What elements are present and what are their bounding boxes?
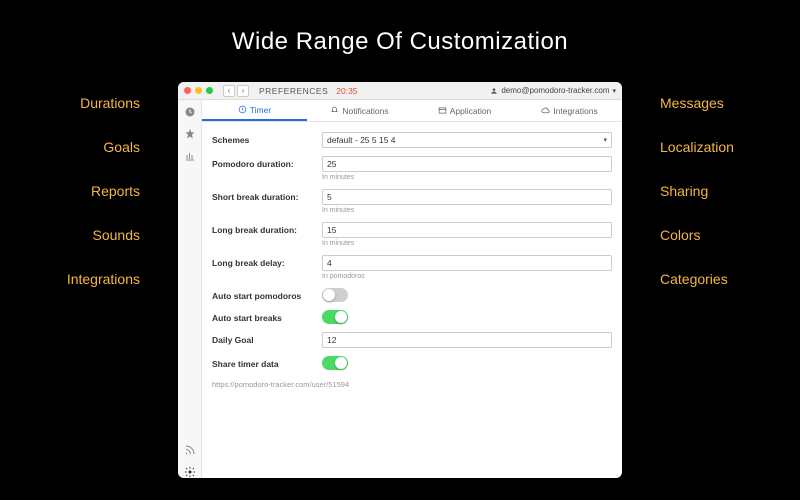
- nav-forward-button[interactable]: ›: [237, 85, 249, 97]
- tab-notifications[interactable]: Notifications: [307, 100, 412, 121]
- share-url[interactable]: https://pomodoro-tracker.com/user/51594: [212, 380, 612, 389]
- settings-tabs: Timer Notifications Application Integrat…: [202, 100, 622, 122]
- short-break-input[interactable]: 5: [322, 189, 612, 205]
- tab-notifications-label: Notifications: [342, 106, 388, 116]
- tab-application[interactable]: Application: [412, 100, 517, 121]
- daily-goal-input[interactable]: 12: [322, 332, 612, 348]
- row-autostart-pomodoros: Auto start pomodoros: [212, 284, 612, 306]
- callout-messages: Messages: [660, 95, 800, 111]
- gear-icon[interactable]: [184, 466, 196, 478]
- user-icon: [490, 87, 498, 95]
- callout-categories: Categories: [660, 271, 800, 287]
- rss-icon[interactable]: [184, 444, 196, 456]
- schemes-value: default - 25 5 15 4: [327, 135, 396, 145]
- app-window: ‹ › PREFERENCES 20:35 demo@pomodoro-trac…: [178, 82, 622, 478]
- long-break-delay-input[interactable]: 4: [322, 255, 612, 271]
- window-icon: [438, 106, 447, 115]
- user-menu[interactable]: demo@pomodoro-tracker.com ▾: [490, 86, 616, 95]
- chevron-down-icon: ▾: [603, 136, 607, 144]
- tab-timer-label: Timer: [250, 105, 271, 115]
- callout-localization: Localization: [660, 139, 800, 155]
- nav-arrows: ‹ ›: [223, 85, 249, 97]
- row-long-break-delay: Long break delay: 4 In pomodoros: [212, 251, 612, 284]
- autostart-pomodoros-toggle[interactable]: [322, 288, 348, 302]
- long-break-delay-label: Long break delay:: [212, 255, 322, 268]
- long-break-label: Long break duration:: [212, 222, 322, 235]
- nav-back-button[interactable]: ‹: [223, 85, 235, 97]
- titlebar: ‹ › PREFERENCES 20:35 demo@pomodoro-trac…: [178, 82, 622, 100]
- chevron-down-icon: ▾: [612, 87, 616, 95]
- user-email: demo@pomodoro-tracker.com: [501, 86, 609, 95]
- chart-icon[interactable]: [184, 150, 196, 162]
- long-break-input[interactable]: 15: [322, 222, 612, 238]
- share-timer-label: Share timer data: [212, 356, 322, 369]
- hint-pomodoros: In pomodoros: [322, 273, 612, 280]
- clock-icon: [238, 105, 247, 114]
- tab-integrations-label: Integrations: [553, 106, 597, 116]
- clock-icon[interactable]: [184, 106, 196, 118]
- daily-goal-label: Daily Goal: [212, 332, 322, 345]
- timer-display: 20:35: [336, 86, 357, 96]
- window-controls[interactable]: [184, 87, 213, 94]
- tab-integrations[interactable]: Integrations: [517, 100, 622, 121]
- row-autostart-breaks: Auto start breaks: [212, 306, 612, 328]
- row-pomodoro-duration: Pomodoro duration: 25 In minutes: [212, 152, 612, 185]
- close-icon[interactable]: [184, 87, 191, 94]
- schemes-select[interactable]: default - 25 5 15 4 ▾: [322, 132, 612, 148]
- autostart-pomodoros-label: Auto start pomodoros: [212, 288, 322, 301]
- row-share-timer: Share timer data: [212, 352, 612, 374]
- callouts-left: Durations Goals Reports Sounds Integrati…: [0, 95, 170, 287]
- autostart-breaks-toggle[interactable]: [322, 310, 348, 324]
- hint-minutes: In minutes: [322, 174, 612, 181]
- star-icon[interactable]: [184, 128, 196, 140]
- window-title: PREFERENCES: [259, 86, 328, 96]
- callout-durations: Durations: [0, 95, 140, 111]
- maximize-icon[interactable]: [206, 87, 213, 94]
- share-timer-toggle[interactable]: [322, 356, 348, 370]
- tab-application-label: Application: [450, 106, 492, 116]
- schemes-label: Schemes: [212, 132, 322, 145]
- callout-integrations: Integrations: [0, 271, 140, 287]
- hint-minutes: In minutes: [322, 207, 612, 214]
- page-heading: Wide Range Of Customization: [0, 28, 800, 56]
- callout-sounds: Sounds: [0, 227, 140, 243]
- hint-minutes: In minutes: [322, 240, 612, 247]
- callout-sharing: Sharing: [660, 183, 800, 199]
- row-long-break: Long break duration: 15 In minutes: [212, 218, 612, 251]
- pomodoro-duration-input[interactable]: 25: [322, 156, 612, 172]
- row-daily-goal: Daily Goal 12: [212, 328, 612, 352]
- bell-icon: [330, 106, 339, 115]
- callouts-right: Messages Localization Sharing Colors Cat…: [630, 95, 800, 287]
- callout-colors: Colors: [660, 227, 800, 243]
- row-share-url: https://pomodoro-tracker.com/user/51594: [212, 374, 612, 393]
- callout-reports: Reports: [0, 183, 140, 199]
- form-area: Schemes default - 25 5 15 4 ▾ Pomodoro d…: [202, 122, 622, 478]
- short-break-label: Short break duration:: [212, 189, 322, 202]
- row-short-break: Short break duration: 5 In minutes: [212, 185, 612, 218]
- tab-timer[interactable]: Timer: [202, 100, 307, 121]
- callout-goals: Goals: [0, 139, 140, 155]
- main-panel: Timer Notifications Application Integrat…: [202, 100, 622, 478]
- sidebar: [178, 100, 202, 478]
- minimize-icon[interactable]: [195, 87, 202, 94]
- row-schemes: Schemes default - 25 5 15 4 ▾: [212, 128, 612, 152]
- autostart-breaks-label: Auto start breaks: [212, 310, 322, 323]
- cloud-icon: [541, 106, 550, 115]
- pomodoro-duration-label: Pomodoro duration:: [212, 156, 322, 169]
